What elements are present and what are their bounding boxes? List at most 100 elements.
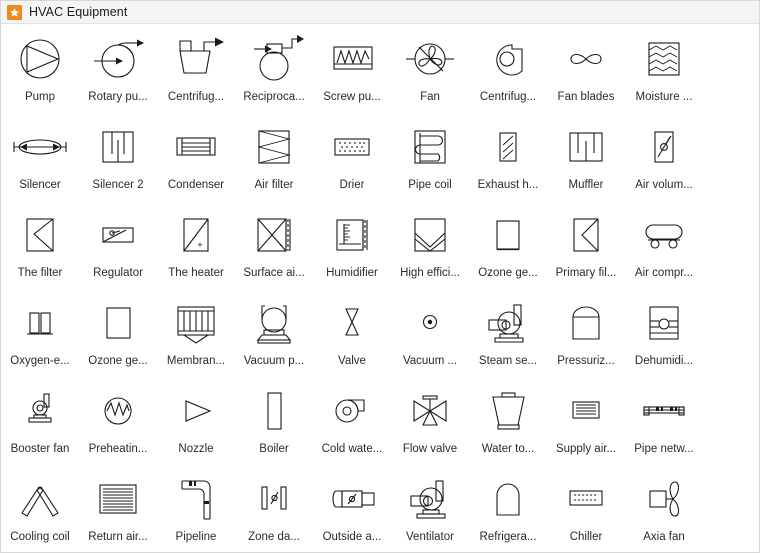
dehumidifier-icon [627,292,701,354]
stencil-item-label: Pipe coil [408,179,452,191]
stencil-item[interactable]: Boiler [235,380,313,468]
stencil-item[interactable]: Primary fil... [547,204,625,292]
stencil-item[interactable]: Rotary pu... [79,28,157,116]
stencil-item[interactable]: Valve [313,292,391,380]
stencil-item[interactable]: Centrifug... [157,28,235,116]
stencil-item[interactable]: Pipeline [157,468,235,552]
stencil-item[interactable]: Muffler [547,116,625,204]
stencil-item-label: Flow valve [402,443,458,455]
stencil-item[interactable]: Steam se... [469,292,547,380]
stencil-item[interactable]: Air filter [235,116,313,204]
stencil-item-label: Chiller [569,531,603,543]
drier-icon [315,116,389,178]
silencer-icon [3,116,77,178]
stencil-item[interactable]: Exhaust h... [469,116,547,204]
stencil-item-label: Silencer [19,179,61,191]
stencil-item[interactable]: Chiller [547,468,625,552]
booster-fan-icon [3,380,77,442]
stencil-item[interactable]: Silencer 2 [79,116,157,204]
air-filter-icon [237,116,311,178]
surface-air-cooler-icon: - [237,204,311,266]
stencil-item[interactable]: Oxygen-e... [1,292,79,380]
stencil-item-label: Membran... [166,355,226,367]
stencil-item-label: Boiler [259,443,289,455]
stencil-item[interactable]: Silencer [1,116,79,204]
stencil-item-label: Booster fan [10,443,70,455]
panel-titlebar: HVAC Equipment [1,1,759,24]
valve-icon [315,292,389,354]
stencil-item[interactable]: Cooling coil [1,468,79,552]
stencil-item[interactable]: Centrifug... [469,28,547,116]
stencil-item[interactable]: Pipe coil [391,116,469,204]
stencil-item[interactable]: Nozzle [157,380,235,468]
cooling-coil-icon [3,468,77,530]
stencil-item-label: Zone da... [248,531,300,543]
stencil-item[interactable]: Return air... [79,468,157,552]
zone-damper-icon [237,468,311,530]
stencil-item[interactable]: + The heater [157,204,235,292]
muffler-icon [549,116,623,178]
stencil-item[interactable]: Air volum... [625,116,703,204]
preheating-coil-icon [81,380,155,442]
stencil-item[interactable]: Flow valve [391,380,469,468]
exhaust-hood-icon [471,116,545,178]
stencil-item-label: Cooling coil [10,531,70,543]
stencil-item[interactable]: Pump [1,28,79,116]
stencil-item[interactable]: Cold wate... [313,380,391,468]
stencil-item[interactable]: Water to... [469,380,547,468]
stencil-item[interactable]: Fan blades [547,28,625,116]
stencil-item[interactable]: Vacuum ... [391,292,469,380]
fan-icon [393,28,467,90]
stencil-item[interactable]: Condenser [157,116,235,204]
stencil-item-label: Muffler [568,179,604,191]
hvac-equipment-panel: HVAC Equipment Pump Rotary pu... Centrifug… [0,0,760,553]
stencil-item[interactable]: Regulator [79,204,157,292]
stencil-item[interactable]: Zone da... [235,468,313,552]
stencil-item[interactable]: Screw pu... [313,28,391,116]
boiler-icon [237,380,311,442]
ventilator-icon [393,468,467,530]
moisture-separator-icon [627,28,701,90]
stencil-item[interactable]: Fan [391,28,469,116]
stencil-item[interactable]: Vacuum p... [235,292,313,380]
stencil-item[interactable]: Humidifier [313,204,391,292]
stencil-item[interactable]: Air compr... [625,204,703,292]
air-volume-damper-icon [627,116,701,178]
stencil-item[interactable]: Axia fan [625,468,703,552]
stencil-item[interactable]: - Surface ai... [235,204,313,292]
stencil-item-label: Centrifug... [167,91,225,103]
pressurized-tank-icon [549,292,623,354]
ozone-generator-2-icon [81,292,155,354]
vacuum-pump-icon [237,292,311,354]
stencil-item[interactable]: Membran... [157,292,235,380]
stencil-item-label: Fan blades [557,91,615,103]
stencil-item-label: Humidifier [326,267,378,279]
stencil-item[interactable]: Ventilator [391,468,469,552]
stencil-item[interactable]: High effici... [391,204,469,292]
stencil-item[interactable]: Preheatin... [79,380,157,468]
stencil-item[interactable]: Reciproca... [235,28,313,116]
stencil-item[interactable]: Booster fan [1,380,79,468]
stencil-item[interactable]: Drier [313,116,391,204]
stencil-item[interactable]: Pressuriz... [547,292,625,380]
axial-fan-icon [627,468,701,530]
regulator-icon [81,204,155,266]
refrigerator-icon [471,468,545,530]
water-tower-icon [471,380,545,442]
stencil-item[interactable]: Ozone ge... [79,292,157,380]
stencil-item[interactable]: Ozone ge... [469,204,547,292]
stencil-item[interactable]: Dehumidi... [625,292,703,380]
stencil-item[interactable]: The filter [1,204,79,292]
stencil-item-label: Primary fil... [555,267,617,279]
stencil-item[interactable]: Moisture ... [625,28,703,116]
outside-air-duct-icon [315,468,389,530]
stencil-item[interactable]: Pipe netw... [625,380,703,468]
return-air-grille-icon [81,468,155,530]
stencil-item[interactable]: Outside a... [313,468,391,552]
stencil-item[interactable]: Refrigera... [469,468,547,552]
nozzle-icon [159,380,233,442]
stencil-item-label: Outside a... [322,531,382,543]
membrane-unit-icon [159,292,233,354]
stencil-item-label: High effici... [400,267,460,279]
stencil-item[interactable]: Supply air... [547,380,625,468]
